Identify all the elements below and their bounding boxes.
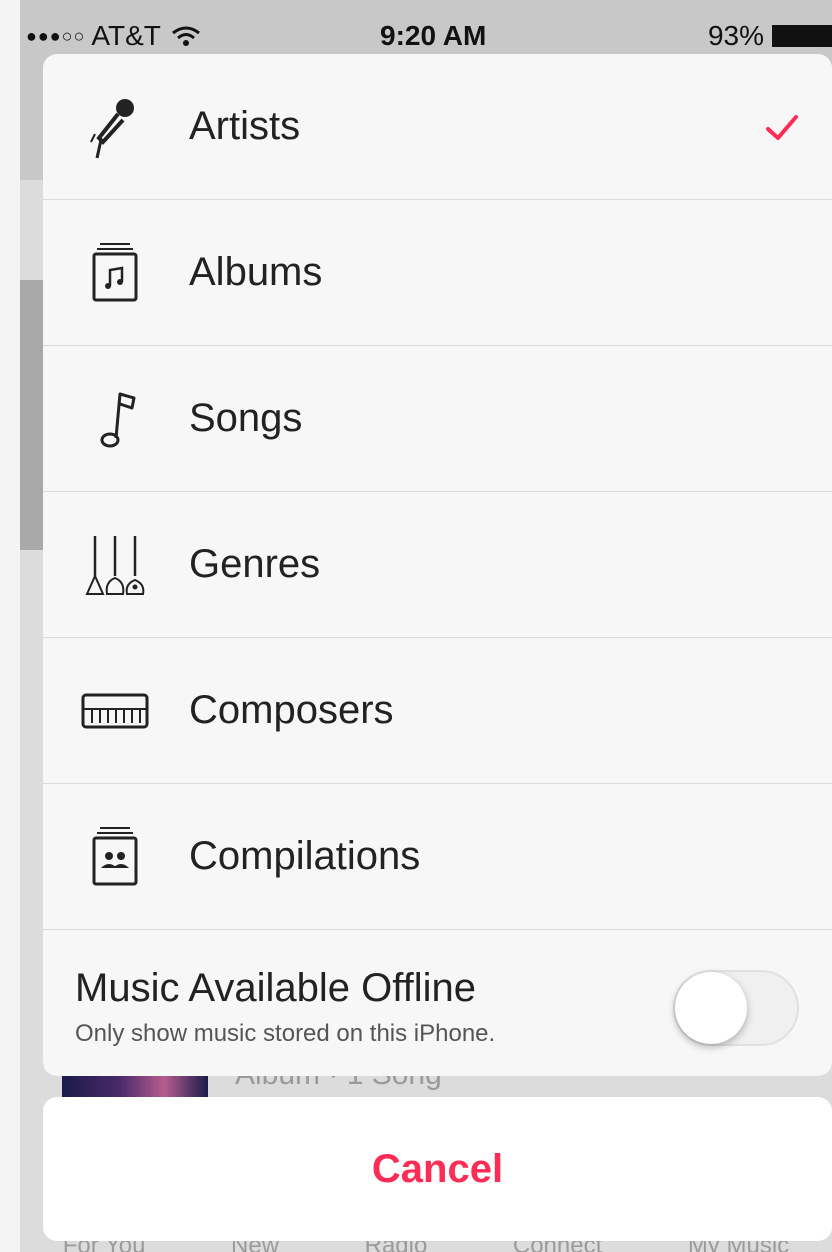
menu-item-genres[interactable]: Genres	[43, 492, 832, 638]
wifi-icon	[171, 25, 201, 47]
menu-item-label: Artists	[189, 104, 301, 148]
menu-item-label: Composers	[189, 688, 394, 732]
battery-percent: 93%	[707, 20, 764, 51]
offline-music-row: Music Available Offline Only show music …	[43, 932, 832, 1076]
menu-item-label: Compilations	[189, 834, 421, 878]
piano-keyboard-icon	[79, 675, 151, 747]
microphone-icon	[79, 91, 151, 163]
menu-item-songs[interactable]: Songs	[43, 346, 832, 492]
library-filter-sheet: Artists Albums Songs Genres Composers Co…	[43, 54, 832, 1076]
checkmark-icon	[766, 114, 798, 140]
offline-toggle[interactable]	[673, 970, 799, 1046]
menu-item-label: Albums	[189, 250, 323, 294]
guitars-icon	[79, 529, 151, 601]
status-time: 9:20 AM	[380, 20, 487, 51]
menu-item-label: Genres	[189, 542, 321, 586]
menu-item-artists[interactable]: Artists	[43, 54, 832, 200]
compilation-icon	[79, 821, 151, 893]
carrier-name: AT&T	[91, 20, 161, 51]
status-bar: ●●●○○ AT&T 9:20 AM 93%	[20, 0, 832, 60]
signal-strength: ●●●○○	[26, 25, 86, 46]
music-note-icon	[79, 383, 151, 455]
album-icon	[79, 237, 151, 309]
offline-subtitle: Only show music stored on this iPhone.	[75, 1020, 496, 1047]
battery-icon	[772, 25, 832, 47]
toggle-knob	[675, 972, 747, 1044]
menu-item-composers[interactable]: Composers	[43, 638, 832, 784]
menu-item-label: Songs	[189, 396, 303, 440]
cancel-label: Cancel	[371, 1146, 504, 1191]
menu-item-compilations[interactable]: Compilations	[43, 784, 832, 930]
menu-item-albums[interactable]: Albums	[43, 200, 832, 346]
cancel-button[interactable]: Cancel	[43, 1097, 832, 1241]
offline-title: Music Available Offline	[75, 966, 476, 1010]
